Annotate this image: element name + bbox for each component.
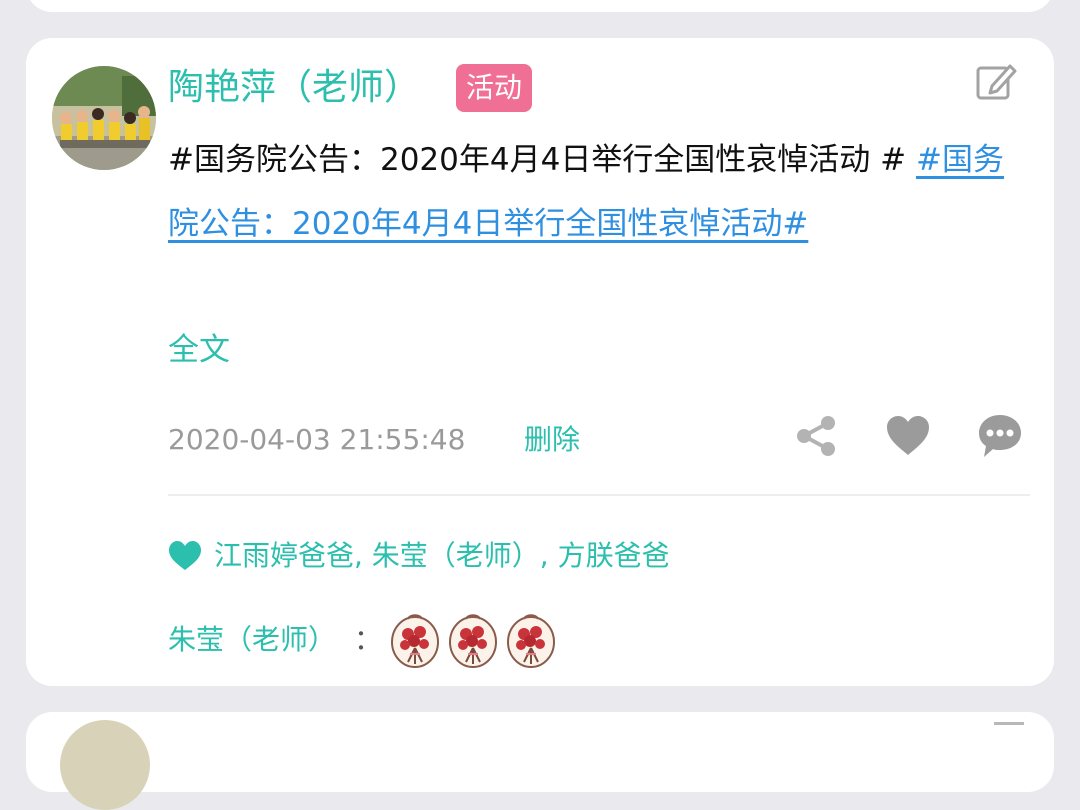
previous-post-card: [26, 0, 1054, 12]
edit-icon[interactable]: [974, 60, 1018, 104]
edit-icon[interactable]: [994, 722, 1024, 745]
comment-bubble-icon[interactable]: [976, 412, 1024, 460]
author-avatar[interactable]: [52, 66, 156, 170]
post-card: 陶艳萍（老师） 活动 #国务院公告：2020年4月4日举行全国性哀悼活动 # #…: [26, 38, 1054, 686]
heart-icon[interactable]: [884, 412, 932, 460]
next-author-avatar[interactable]: [60, 720, 150, 810]
divider: [168, 494, 1030, 496]
post-timestamp: 2020-04-03 21:55:48: [168, 423, 466, 456]
share-icon[interactable]: [792, 412, 840, 460]
rose-bouquet-icon: [446, 610, 500, 670]
post-text-prefix: #国务院公告：2020年4月4日举行全国性哀悼活动 #: [168, 142, 907, 178]
comment-author[interactable]: 朱莹（老师）: [168, 616, 336, 664]
full-text-link[interactable]: 全文: [168, 326, 230, 374]
rose-bouquet-icon: [388, 610, 442, 670]
delete-link[interactable]: 删除: [524, 416, 580, 464]
author-name[interactable]: 陶艳萍（老师）: [168, 62, 420, 114]
activity-badge: 活动: [456, 64, 533, 112]
rose-bouquet-icon: [504, 610, 558, 670]
heart-icon: [168, 540, 202, 572]
next-post-card: [26, 712, 1054, 810]
comment-colon: ：: [354, 623, 383, 656]
post-text: #国务院公告：2020年4月4日举行全国性哀悼活动 # #国务院公告：2020年…: [168, 128, 1008, 256]
liked-by-names[interactable]: 江雨婷爸爸, 朱莹（老师）, 方朕爸爸: [214, 532, 670, 580]
